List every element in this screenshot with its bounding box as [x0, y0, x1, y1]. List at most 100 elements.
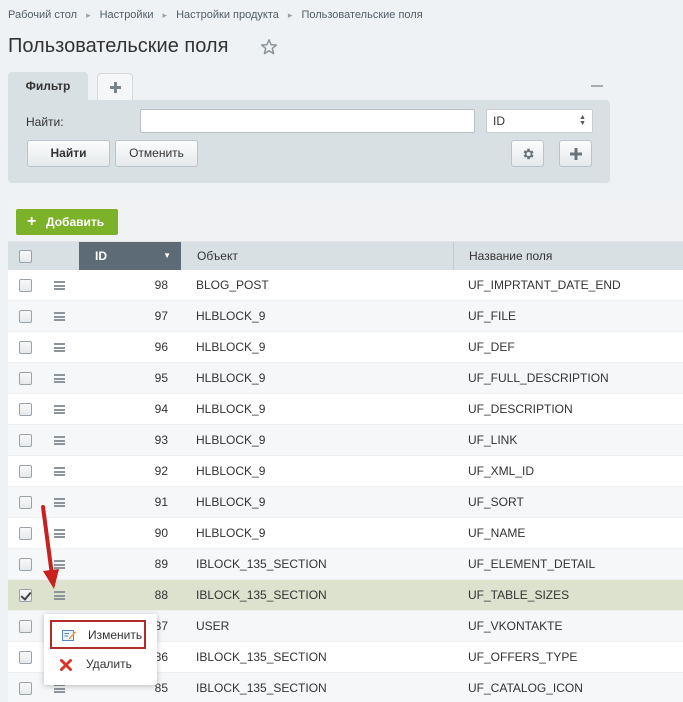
row-object-cell: HLBLOCK_9 [196, 433, 266, 447]
row-checkbox[interactable] [19, 496, 32, 509]
row-field-name-cell: UF_VKONTAKTE [468, 619, 563, 633]
breadcrumb-item-settings[interactable]: Настройки [100, 9, 154, 21]
row-checkbox[interactable] [19, 620, 32, 633]
table-row[interactable]: 90 HLBLOCK_9 UF_NAME [8, 518, 683, 549]
row-checkbox[interactable] [19, 279, 32, 292]
row-checkbox[interactable] [19, 341, 32, 354]
row-field-name-cell: UF_LINK [468, 433, 518, 447]
column-header-id[interactable]: ID ▼ [79, 242, 181, 270]
row-field-name-cell: UF_XML_ID [468, 464, 535, 478]
add-button-label: Добавить [46, 215, 105, 229]
row-menu-icon[interactable] [54, 405, 65, 414]
table-row[interactable]: 97 HLBLOCK_9 UF_FILE [8, 301, 683, 332]
row-object-cell: HLBLOCK_9 [196, 464, 266, 478]
row-id-cell: 92 [154, 464, 168, 478]
row-menu-icon[interactable] [54, 436, 65, 445]
cancel-button[interactable]: Отменить [115, 140, 198, 167]
menu-item-edit[interactable]: Изменить [50, 620, 146, 649]
row-field-name-cell: UF_FILE [468, 309, 517, 323]
edit-icon [62, 630, 76, 641]
row-checkbox[interactable] [19, 372, 32, 385]
table-row[interactable]: 92 HLBLOCK_9 UF_XML_ID [8, 456, 683, 487]
menu-item-delete-label: Удалить [86, 657, 132, 671]
row-checkbox[interactable] [19, 651, 32, 664]
red-arrow-annotation [41, 505, 59, 589]
table-row[interactable]: 96 HLBLOCK_9 UF_DEF [8, 332, 683, 363]
column-header-object[interactable]: Объект [197, 242, 238, 270]
row-checkbox[interactable] [19, 465, 32, 478]
add-button[interactable]: + Добавить [16, 209, 118, 235]
row-object-cell: IBLOCK_135_SECTION [196, 681, 327, 695]
row-menu-icon[interactable] [54, 343, 65, 352]
breadcrumb-item-user-fields[interactable]: Пользовательские поля [301, 9, 422, 21]
delete-icon [60, 659, 72, 671]
row-object-cell: HLBLOCK_9 [196, 402, 266, 416]
field-select[interactable]: ID ▲ ▼ [486, 109, 593, 133]
row-checkbox[interactable] [19, 558, 32, 571]
row-checkbox[interactable] [19, 527, 32, 540]
table-row[interactable]: 91 HLBLOCK_9 UF_SORT [8, 487, 683, 518]
tab-filter[interactable]: Фильтр [8, 72, 88, 100]
table-row[interactable]: 98 BLOG_POST UF_IMPRTANT_DATE_END [8, 270, 683, 301]
star-icon[interactable] [260, 38, 278, 56]
updown-arrows-icon: ▲ ▼ [579, 114, 586, 127]
row-menu-icon[interactable] [54, 374, 65, 383]
table-row[interactable]: 95 HLBLOCK_9 UF_FULL_DESCRIPTION [8, 363, 683, 394]
row-checkbox[interactable] [19, 589, 32, 602]
sort-desc-icon: ▼ [163, 251, 171, 260]
row-object-cell: HLBLOCK_9 [196, 340, 266, 354]
row-checkbox[interactable] [19, 682, 32, 695]
add-filter-field-button[interactable] [559, 140, 592, 167]
row-menu-icon[interactable] [54, 467, 65, 476]
filter-settings-button[interactable] [511, 140, 544, 167]
search-input[interactable] [140, 109, 475, 133]
row-menu-icon[interactable] [54, 591, 65, 600]
row-id-cell: 98 [154, 278, 168, 292]
breadcrumb: Рабочий стол ▸ Настройки ▸ Настройки про… [8, 9, 423, 21]
row-field-name-cell: UF_ELEMENT_DETAIL [468, 557, 596, 571]
row-field-name-cell: UF_FULL_DESCRIPTION [468, 371, 609, 385]
chevron-right-icon: ▸ [86, 9, 91, 20]
field-select-value: ID [493, 114, 505, 128]
add-filter-tab-button[interactable] [97, 73, 133, 100]
row-object-cell: USER [196, 619, 230, 633]
table-row[interactable]: 88 IBLOCK_135_SECTION UF_TABLE_SIZES [8, 580, 683, 611]
column-divider[interactable] [453, 242, 454, 270]
row-field-name-cell: UF_IMPRTANT_DATE_END [468, 278, 621, 292]
breadcrumb-item-product-settings[interactable]: Настройки продукта [176, 9, 279, 21]
select-all-checkbox[interactable] [19, 250, 32, 263]
table-row[interactable]: 93 HLBLOCK_9 UF_LINK [8, 425, 683, 456]
row-menu-icon[interactable] [54, 312, 65, 321]
row-object-cell: HLBLOCK_9 [196, 371, 266, 385]
chevron-right-icon: ▸ [162, 9, 168, 20]
row-id-cell: 90 [154, 526, 168, 540]
row-object-cell: HLBLOCK_9 [196, 309, 266, 323]
row-field-name-cell: UF_SORT [468, 495, 524, 509]
row-field-name-cell: UF_CATALOG_ICON [468, 681, 583, 695]
row-object-cell: IBLOCK_135_SECTION [196, 650, 327, 664]
row-checkbox[interactable] [19, 403, 32, 416]
column-header-id-label: ID [95, 249, 107, 263]
menu-item-edit-label: Изменить [88, 628, 143, 642]
row-checkbox[interactable] [19, 434, 32, 447]
collapse-icon[interactable] [591, 85, 603, 87]
find-button[interactable]: Найти [27, 140, 110, 167]
table-row[interactable]: 89 IBLOCK_135_SECTION UF_ELEMENT_DETAIL [8, 549, 683, 580]
menu-item-delete[interactable]: Удалить [50, 651, 146, 680]
row-object-cell: HLBLOCK_9 [196, 495, 266, 509]
row-field-name-cell: UF_DESCRIPTION [468, 402, 573, 416]
column-header-field-name[interactable]: Название поля [469, 242, 552, 270]
chevron-right-icon: ▸ [287, 9, 293, 20]
row-menu-icon[interactable] [54, 684, 65, 693]
row-field-name-cell: UF_NAME [468, 526, 526, 540]
row-id-cell: 94 [154, 402, 168, 416]
table-row[interactable]: 94 HLBLOCK_9 UF_DESCRIPTION [8, 394, 683, 425]
breadcrumb-item-desktop[interactable]: Рабочий стол [8, 9, 77, 21]
row-menu-icon[interactable] [54, 281, 65, 290]
row-object-cell: IBLOCK_135_SECTION [196, 588, 327, 602]
row-checkbox[interactable] [19, 310, 32, 323]
plus-icon: + [27, 213, 37, 230]
row-id-cell: 95 [154, 371, 168, 385]
gear-icon [523, 148, 534, 160]
row-id-cell: 91 [154, 495, 168, 509]
